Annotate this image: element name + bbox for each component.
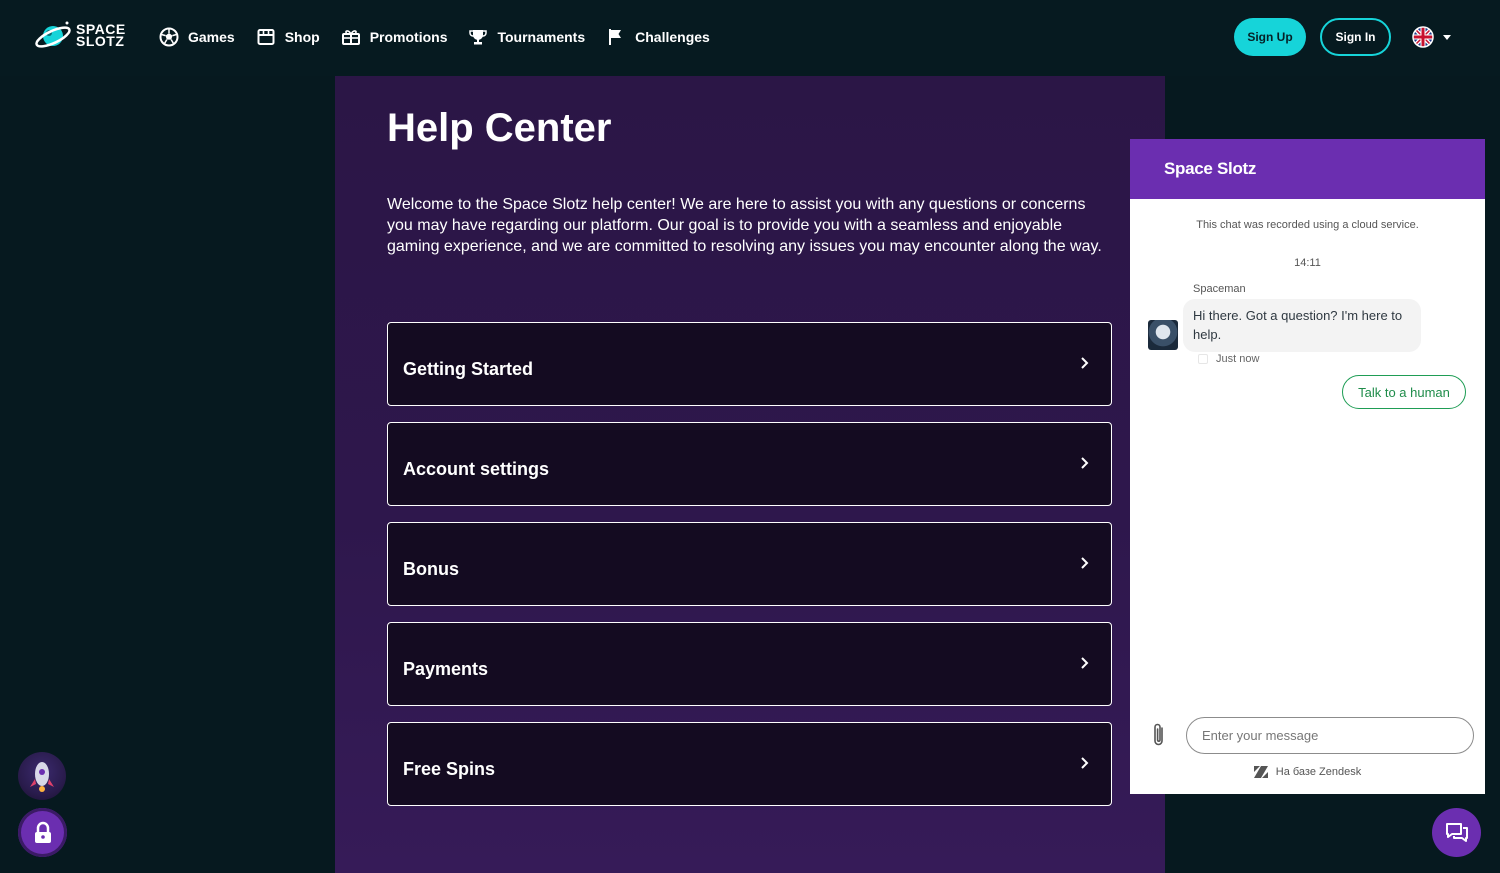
category-list: Getting Started Account settings Bonus P… <box>387 322 1112 822</box>
page-title: Help Center <box>387 106 612 150</box>
category-free-spins[interactable]: Free Spins <box>387 722 1112 806</box>
nav-promotions[interactable]: Promotions <box>340 26 448 48</box>
chevron-right-icon <box>1081 657 1089 669</box>
category-label: Bonus <box>403 559 459 579</box>
category-account-settings[interactable]: Account settings <box>387 422 1112 506</box>
chat-header-title: Space Slotz <box>1130 139 1485 199</box>
site-logo[interactable]: SPACE SLOTZ <box>34 16 134 54</box>
category-payments[interactable]: Payments <box>387 622 1112 706</box>
chevron-right-icon <box>1081 757 1089 769</box>
nav-tournaments-label: Tournaments <box>497 29 586 45</box>
chevron-right-icon <box>1081 457 1089 469</box>
chat-message-bubble: Hi there. Got a question? I'm here to he… <box>1183 299 1421 352</box>
nav-tournaments[interactable]: Tournaments <box>467 26 585 48</box>
chat-message-input[interactable] <box>1186 717 1474 754</box>
rocket-icon <box>30 762 54 792</box>
soccer-ball-icon <box>158 26 180 48</box>
read-receipt-icon <box>1198 354 1208 364</box>
flag-icon <box>605 26 627 48</box>
logo-wordmark: SPACE SLOTZ <box>76 22 126 49</box>
category-label: Payments <box>403 659 489 679</box>
nav-challenges[interactable]: Challenges <box>605 26 710 48</box>
lock-icon <box>34 821 51 843</box>
uk-flag-icon <box>1412 26 1434 48</box>
powered-by-text: На базе Zendesk <box>1275 766 1362 778</box>
category-getting-started[interactable]: Getting Started <box>387 322 1112 406</box>
responsible-gaming-button[interactable] <box>18 808 67 857</box>
nav-shop-label: Shop <box>284 29 320 45</box>
support-chat-window: Space Slotz This chat was recorded using… <box>1130 139 1485 794</box>
chat-launcher-button[interactable] <box>1432 808 1481 857</box>
category-label: Account settings <box>403 459 550 479</box>
gift-icon <box>340 26 362 48</box>
trophy-icon <box>467 26 489 48</box>
nav-games-label: Games <box>188 29 235 45</box>
talk-to-human-button[interactable]: Talk to a human <box>1342 375 1466 409</box>
chat-sender-name: Spaceman <box>1193 283 1246 295</box>
powered-by: На базе Zendesk <box>1130 766 1485 778</box>
intro-text: Welcome to the Space Slotz help center! … <box>387 196 1102 255</box>
nav-promotions-label: Promotions <box>369 29 448 45</box>
chat-bubbles-icon <box>1445 822 1468 842</box>
sign-up-button[interactable]: Sign Up <box>1234 18 1306 56</box>
rocket-promo-button[interactable] <box>18 752 66 800</box>
paperclip-icon[interactable] <box>1150 722 1168 748</box>
category-label: Free Spins <box>403 759 496 779</box>
logo-line-2: SLOTZ <box>76 33 125 49</box>
shop-icon <box>255 26 277 48</box>
message-status: Just now <box>1198 353 1259 365</box>
chat-recording-notice: This chat was recorded using a cloud ser… <box>1196 219 1419 231</box>
sign-in-button[interactable]: Sign In <box>1320 18 1391 56</box>
planet-logo-icon <box>35 21 71 48</box>
help-center-panel: Help Center Welcome to the Space Slotz h… <box>335 76 1165 873</box>
zendesk-logo-icon <box>1253 766 1268 778</box>
main-nav: Games Shop Promotions Tournaments Challe… <box>158 24 730 50</box>
nav-games[interactable]: Games <box>158 26 235 48</box>
message-status-text: Just now <box>1216 353 1260 365</box>
chevron-right-icon <box>1081 357 1089 369</box>
nav-shop[interactable]: Shop <box>255 26 320 48</box>
category-bonus[interactable]: Bonus <box>387 522 1112 606</box>
language-selector[interactable] <box>1412 26 1454 48</box>
chat-timestamp: 14:11 <box>1294 257 1321 269</box>
top-header: SPACE SLOTZ Games Shop Promotions Tourna… <box>0 0 1500 76</box>
chevron-right-icon <box>1081 557 1089 569</box>
agent-avatar <box>1148 320 1178 350</box>
category-label: Getting Started <box>403 359 534 379</box>
nav-challenges-label: Challenges <box>635 29 710 45</box>
caret-down-icon <box>1443 35 1451 40</box>
